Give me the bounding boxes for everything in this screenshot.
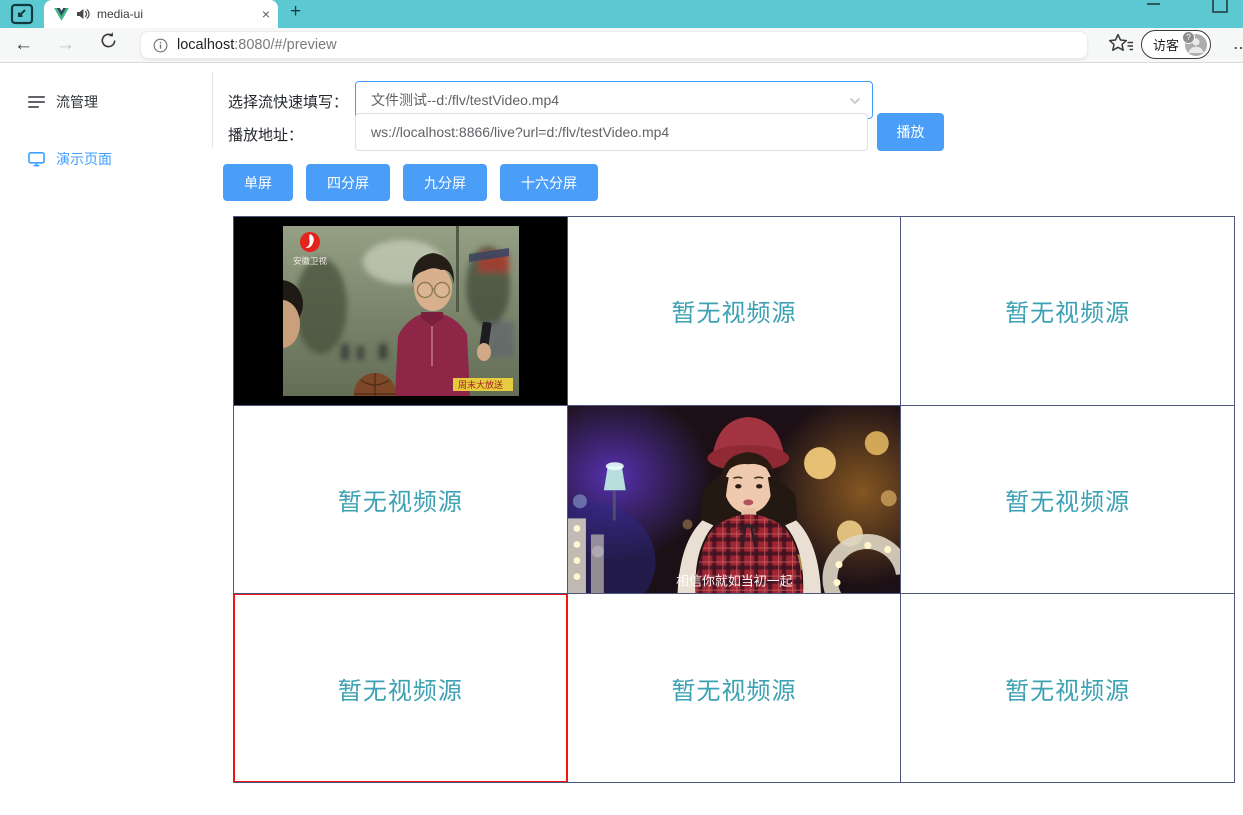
- browser-tabstrip: media-ui × +: [0, 0, 1243, 28]
- four-split-button[interactable]: 四分屏: [306, 164, 390, 201]
- tab-actions-icon[interactable]: [8, 2, 36, 26]
- url-text: localhost:8080/#/preview: [177, 37, 337, 53]
- video1-badge-text: 周末大放送: [458, 379, 503, 390]
- select-stream-label: 选择流快速填写：: [228, 91, 348, 112]
- forward-button[interactable]: →: [56, 32, 75, 58]
- monitor-icon: [28, 151, 45, 167]
- video-frame-music: 相信你就如当初一起: [568, 406, 901, 594]
- vue-logo-icon: [54, 8, 69, 21]
- tab-actions-glyph: [10, 3, 34, 25]
- url-path: :8080/#/preview: [234, 37, 336, 53]
- video-cell-r2c3[interactable]: 暂无视频源: [901, 406, 1234, 594]
- stream-list-icon: [28, 96, 45, 109]
- no-source-text: 暂无视频源: [1005, 671, 1130, 706]
- guest-badge: ?: [1182, 31, 1195, 44]
- browser-menu-button[interactable]: ⋯: [1233, 38, 1243, 58]
- favorites-star-glyph: [1108, 33, 1134, 55]
- browser-profile-button[interactable]: 访客 ?: [1141, 30, 1211, 59]
- sidebar-item-label: 演示页面: [56, 149, 112, 169]
- no-source-text: 暂无视频源: [1005, 293, 1130, 328]
- sidebar-item-stream-management[interactable]: 流管理: [28, 92, 98, 112]
- video-grid: 安徽卫视 周末大放送 暂无视频源 暂无视频源 暂无视频源: [233, 216, 1235, 783]
- window-maximize-button[interactable]: [1212, 0, 1228, 13]
- single-screen-button[interactable]: 单屏: [223, 164, 293, 201]
- video2-still: 相信你就如当初一起: [568, 406, 901, 594]
- sidebar-item-label: 流管理: [56, 92, 98, 112]
- tab-close-icon[interactable]: ×: [262, 7, 270, 21]
- video-cell-r3c3[interactable]: 暂无视频源: [901, 594, 1234, 782]
- play-button[interactable]: 播放: [877, 113, 944, 151]
- video-cell-r1c2[interactable]: 暂无视频源: [568, 217, 901, 405]
- video-cell-r1c1[interactable]: 安徽卫视 周末大放送: [234, 217, 567, 405]
- sixteen-split-button[interactable]: 十六分屏: [500, 164, 598, 201]
- video1-logo-text: 安徽卫视: [293, 256, 328, 266]
- refresh-icon: [99, 31, 118, 50]
- back-button[interactable]: ←: [14, 32, 33, 58]
- video-frame-anhui: 安徽卫视 周末大放送: [283, 226, 519, 396]
- chevron-down-icon: [849, 97, 861, 105]
- browser-tab-media-ui[interactable]: media-ui ×: [44, 0, 278, 28]
- address-bar[interactable]: localhost:8080/#/preview: [140, 31, 1088, 59]
- video2-subtitle: 相信你就如当初一起: [676, 573, 792, 588]
- stream-select-value: 文件测试--d:/flv/testVideo.mp4: [371, 90, 842, 110]
- play-url-input[interactable]: [355, 113, 868, 151]
- no-source-text: 暂无视频源: [671, 671, 796, 706]
- refresh-button[interactable]: [99, 31, 118, 58]
- nine-split-button[interactable]: 九分屏: [403, 164, 487, 201]
- video-cell-r2c2[interactable]: 相信你就如当初一起: [568, 406, 901, 594]
- sidebar-divider: [212, 72, 213, 147]
- new-tab-button[interactable]: +: [290, 1, 301, 23]
- url-host: localhost: [177, 37, 234, 53]
- guest-avatar: ?: [1185, 34, 1207, 56]
- profile-label: 访客: [1153, 35, 1179, 54]
- no-source-text: 暂无视频源: [671, 293, 796, 328]
- video-cell-r3c1-selected[interactable]: 暂无视频源: [234, 594, 567, 782]
- site-info-icon[interactable]: [153, 38, 168, 53]
- video-cell-r2c1[interactable]: 暂无视频源: [234, 406, 567, 594]
- screen-layout-buttons: 单屏 四分屏 九分屏 十六分屏: [223, 164, 598, 201]
- tab-title: media-ui: [97, 7, 255, 21]
- video1-still: 安徽卫视 周末大放送: [283, 226, 519, 396]
- play-url-label: 播放地址：: [228, 124, 303, 145]
- favorites-star-icon[interactable]: [1108, 33, 1134, 55]
- no-source-text: 暂无视频源: [338, 671, 463, 706]
- window-minimize-button[interactable]: [1147, 3, 1160, 5]
- tab-audio-icon[interactable]: [76, 8, 90, 20]
- no-source-text: 暂无视频源: [338, 482, 463, 517]
- video-cell-r3c2[interactable]: 暂无视频源: [568, 594, 901, 782]
- video-cell-r1c3[interactable]: 暂无视频源: [901, 217, 1234, 405]
- no-source-text: 暂无视频源: [1005, 482, 1130, 517]
- sidebar-item-demo-page[interactable]: 演示页面: [28, 149, 112, 169]
